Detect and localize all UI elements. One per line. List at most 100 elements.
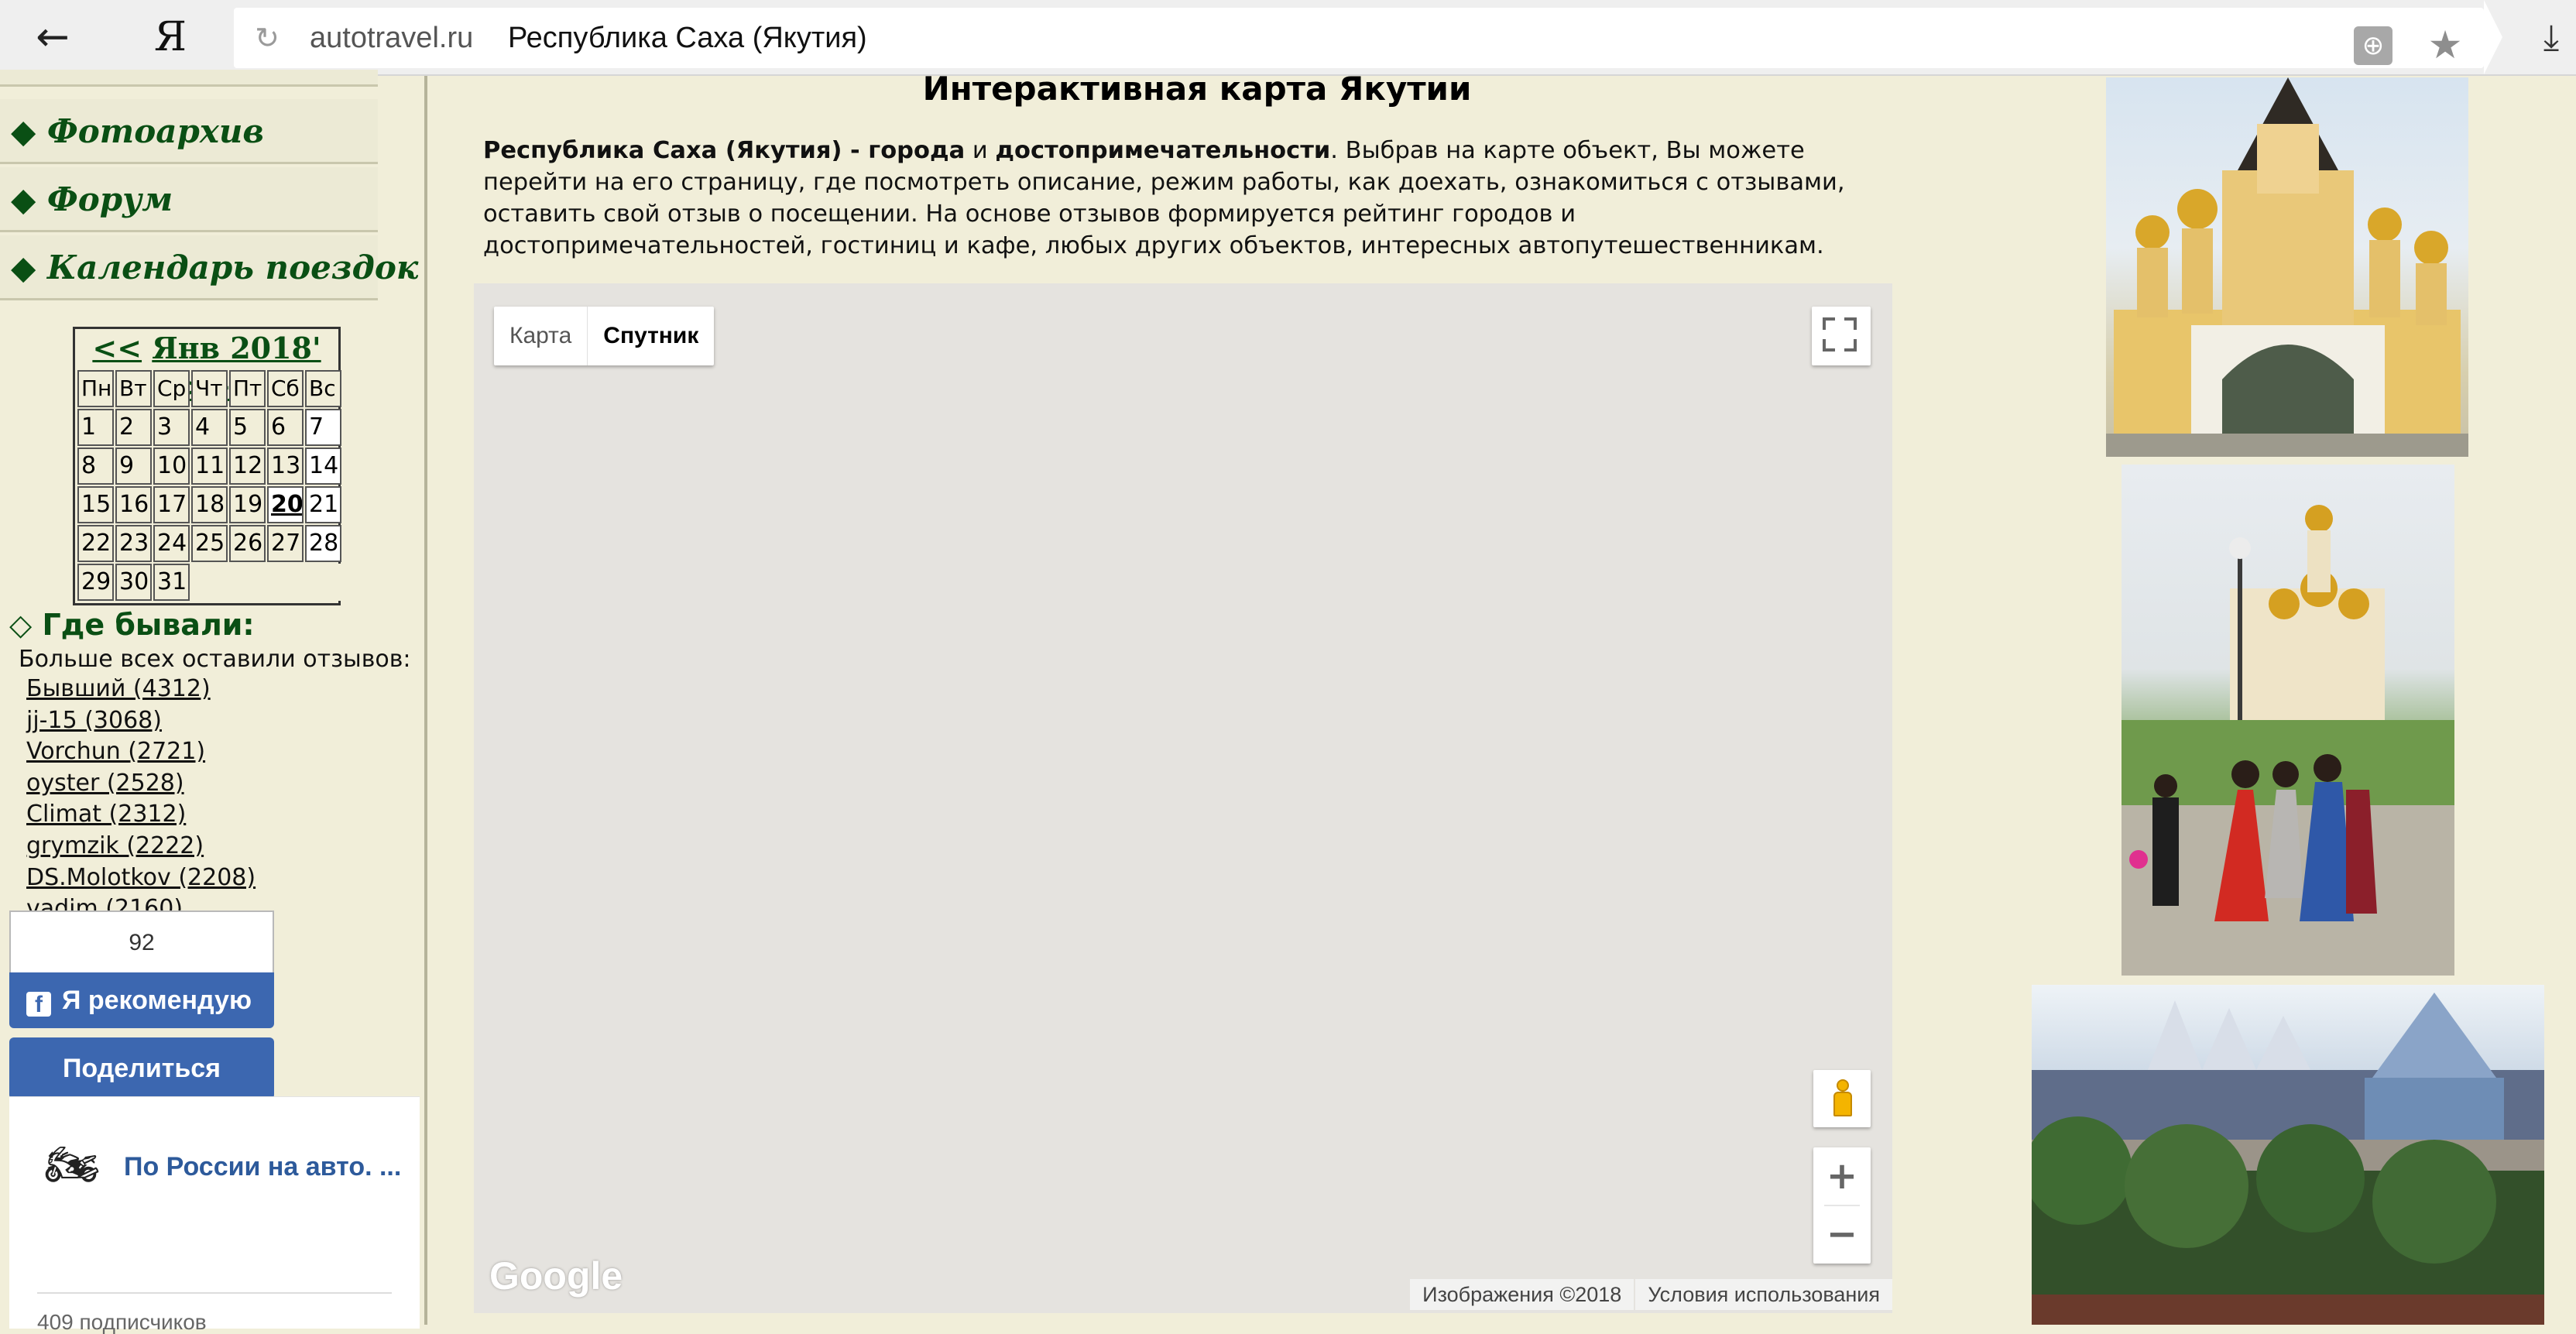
page-title: Интерактивная карта Якутии [922, 70, 1472, 108]
interactive-map[interactable]: Карта Спутник + − Google Изображения ©20… [474, 283, 1892, 1313]
calendar-day[interactable]: 16 [115, 486, 152, 523]
calendar-day[interactable]: 30 [115, 564, 152, 601]
sidebar-item-forum[interactable]: ◆ Форум [0, 167, 378, 232]
zoom-out-button[interactable]: − [1813, 1205, 1871, 1263]
calendar-day[interactable]: 11 [191, 448, 228, 485]
recommend-label: Я рекомендую [62, 986, 252, 1015]
share-button[interactable]: Поделиться [9, 1037, 274, 1099]
zoom-control: + − [1813, 1147, 1871, 1264]
reviewer-link[interactable]: DS.Molotkov (2208) [26, 862, 256, 894]
calendar-day[interactable]: 12 [229, 448, 266, 485]
terms-link[interactable]: Условия использования [1635, 1279, 1892, 1310]
calendar-day[interactable]: 2 [115, 409, 152, 446]
page-tab-title: Республика Саха (Якутия) [508, 22, 867, 54]
calendar-weekday: Сб [267, 370, 304, 407]
calendar-day[interactable]: 7 [305, 409, 341, 446]
calendar-prev-link[interactable]: << [92, 331, 142, 365]
map-attribution: Изображения ©2018 Условия использования [1408, 1279, 1892, 1310]
zoom-in-button[interactable]: + [1813, 1147, 1871, 1205]
calendar-day[interactable]: 24 [153, 525, 190, 562]
reviewer-link[interactable]: Climat (2312) [26, 799, 256, 831]
calendar-day[interactable]: 19 [229, 486, 266, 523]
reviewer-link[interactable]: jj-15 (3068) [26, 705, 256, 737]
calendar-month-link[interactable]: Янв 2018' [152, 331, 321, 365]
calendar-header: << Янв 2018' >> [75, 329, 338, 404]
recommend-button[interactable]: f Я рекомендую [9, 972, 274, 1028]
calendar-day[interactable]: 27 [267, 525, 304, 562]
map-type-map-button[interactable]: Карта [494, 307, 588, 365]
calendar-empty-cell [191, 564, 228, 601]
sidebar-item-trip-calendar[interactable]: ◆ Календарь поездок [0, 235, 418, 300]
reviewer-link[interactable]: grymzik (2222) [26, 831, 256, 862]
sidebar-item-photo-archive[interactable]: ◆ Фотоархив [0, 99, 378, 164]
calendar-weekday: Вс [305, 370, 341, 407]
left-sidebar: ◆ Фотоархив ◆ Форум ◆ Календарь поездок … [0, 70, 427, 1334]
sidebar-item-label: ◆ Фотоархив [11, 112, 264, 150]
modern-building-photo[interactable] [2032, 985, 2544, 1325]
intro-bold-cities[interactable]: Республика Саха (Якутия) - города [483, 137, 965, 164]
reviewer-link[interactable]: Vorchun (2721) [26, 736, 256, 768]
map-type-control: Карта Спутник [494, 307, 715, 365]
group-title-link[interactable]: По России на авто. ... [124, 1150, 401, 1184]
calendar-day[interactable]: 9 [115, 448, 152, 485]
download-icon[interactable]: ⤓ [2532, 14, 2571, 60]
calendar-day[interactable]: 21 [305, 486, 341, 523]
church-photo[interactable] [2106, 77, 2468, 457]
bookmark-star-icon[interactable]: ★ [2423, 22, 2467, 68]
calendar-day[interactable]: 20 [267, 486, 304, 523]
street-view-button[interactable] [1813, 1070, 1871, 1127]
reload-icon[interactable]: ↻ [251, 22, 283, 54]
calendar-day[interactable]: 13 [267, 448, 304, 485]
address-bar[interactable]: ↻ autotravel.ru Республика Саха (Якутия)… [234, 8, 2484, 68]
calendar-weekday: Ср [153, 370, 190, 407]
intro-bold-sights[interactable]: достопримечательности [995, 137, 1330, 164]
calendar-day[interactable]: 23 [115, 525, 152, 562]
calendar-day[interactable]: 3 [153, 409, 190, 446]
address-bar-notch [2484, 0, 2502, 74]
people-illustration [2122, 505, 2454, 976]
calendar-day[interactable]: 15 [77, 486, 114, 523]
reviewer-link[interactable]: Бывший (4312) [26, 674, 256, 705]
yandex-logo-icon[interactable]: Я [147, 11, 194, 63]
calendar-day[interactable]: 31 [153, 564, 190, 601]
calendar-day[interactable]: 22 [77, 525, 114, 562]
calendar-day[interactable]: 5 [229, 409, 266, 446]
motorcycle-logo-icon: 🏍 [44, 1140, 100, 1190]
most-reviews-label: Больше всех оставили отзывов: [19, 646, 411, 673]
calendar-empty-cell [267, 564, 304, 601]
calendar-day[interactable]: 29 [77, 564, 114, 601]
calendar-day[interactable]: 28 [305, 525, 341, 562]
calendar-day[interactable]: 14 [305, 448, 341, 485]
sidebar-item-label: ◆ Календарь поездок [11, 249, 419, 286]
calendar-weekday: Чт [191, 370, 228, 407]
reviewer-link[interactable]: oyster (2528) [26, 768, 256, 800]
calendar-day[interactable]: 6 [267, 409, 304, 446]
calendar-weekday: Пт [229, 370, 266, 407]
calendar-day[interactable]: 1 [77, 409, 114, 446]
calendar-day[interactable]: 26 [229, 525, 266, 562]
people-cathedral-photo[interactable] [2122, 465, 2454, 976]
intro-paragraph: Республика Саха (Якутия) - города и дост… [483, 135, 1892, 262]
pegman-icon [1833, 1079, 1852, 1116]
social-group-widget[interactable]: 🏍 По России на авто. ... 409 подписчиков [9, 1096, 420, 1334]
calendar-day[interactable]: 4 [191, 409, 228, 446]
google-logo[interactable]: Google [489, 1253, 623, 1299]
calendar-day[interactable]: 17 [153, 486, 190, 523]
calendar-day[interactable]: 18 [191, 486, 228, 523]
sidebar-item-label: ◆ Форум [11, 180, 173, 218]
facebook-icon: f [26, 992, 51, 1017]
fullscreen-button[interactable] [1812, 307, 1871, 365]
fullscreen-icon [1823, 317, 1835, 330]
intro-and: и [965, 137, 996, 164]
widget-divider [37, 1292, 392, 1294]
globe-icon[interactable]: ⊕ [2354, 26, 2392, 65]
back-arrow-icon[interactable]: ← [28, 14, 77, 60]
calendar-day[interactable]: 8 [77, 448, 114, 485]
map-type-satellite-button[interactable]: Спутник [588, 307, 714, 365]
calendar-day[interactable]: 10 [153, 448, 190, 485]
calendar-empty-cell [305, 564, 341, 601]
imagery-credit: Изображения ©2018 [1410, 1279, 1634, 1310]
church-illustration [2106, 77, 2468, 457]
calendar-day[interactable]: 25 [191, 525, 228, 562]
subscriber-count: 409 подписчиков [37, 1310, 207, 1334]
